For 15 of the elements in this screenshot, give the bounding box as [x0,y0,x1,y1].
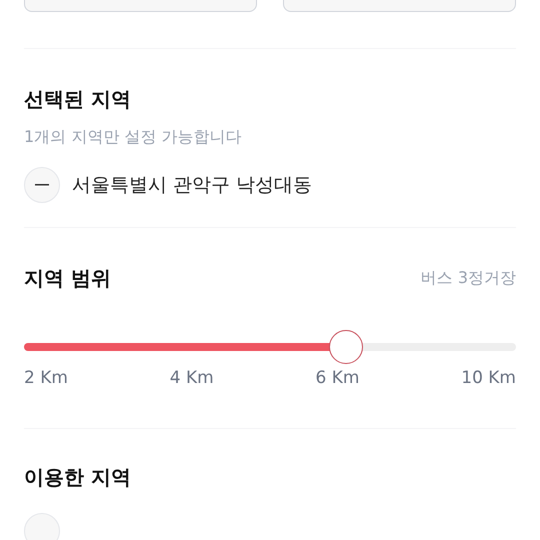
slider-thumb[interactable] [328,330,363,364]
section-note: 1개의 지역만 설정 가능합니다 [24,126,242,148]
tick-label: 10 Km [461,367,516,390]
section-title: 지역 범위 [24,265,111,292]
region-button[interactable] [24,512,60,540]
tick-label: 6 Km [316,367,360,390]
section-title: 이용한 지역 [24,464,132,490]
remove-button[interactable] [24,167,60,203]
tick-label: 2 Km [24,367,68,390]
region-name: 서울특별시 관악구 낙성대동 [72,172,312,198]
range-summary: 버스 3정거장 [420,267,516,289]
range-slider[interactable] [24,330,516,364]
minus-icon [35,184,49,186]
section-title: 선택된 지역 [24,86,132,113]
tick-label: 4 Km [170,367,214,390]
